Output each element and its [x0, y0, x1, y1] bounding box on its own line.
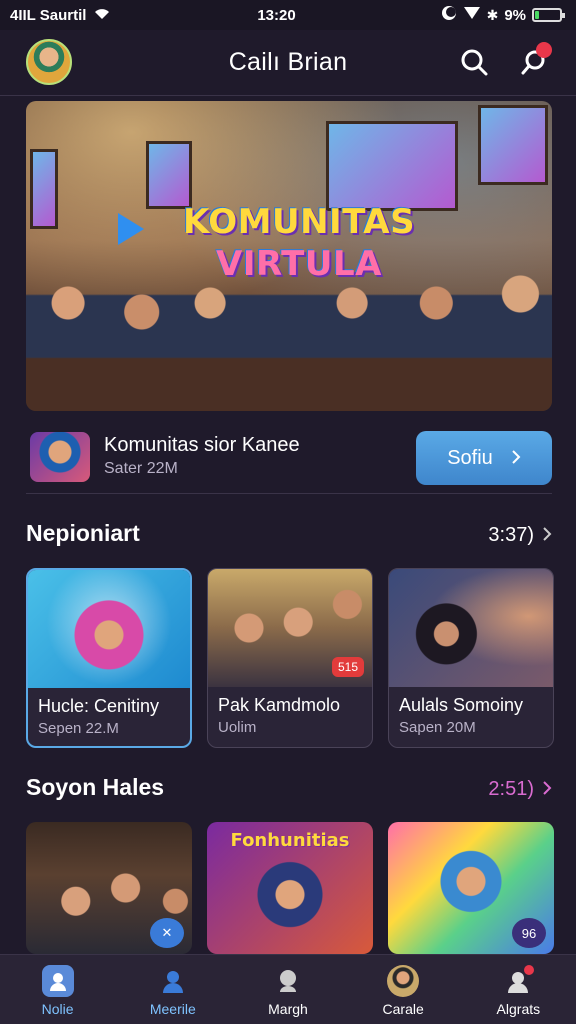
- card-1-image: [28, 570, 190, 688]
- carrier-label: 4IIL Saurtil: [10, 6, 87, 24]
- community-row[interactable]: Komunitas sior Kanee Sater 22M Sofiu: [26, 424, 552, 494]
- clock: 13:20: [257, 6, 296, 24]
- profile-icon: [41, 965, 74, 997]
- hero-title-line1: KOMUNITAS: [182, 202, 416, 242]
- wall-screen: [326, 121, 458, 211]
- nav-label: Meerile: [149, 1001, 196, 1017]
- section-more-2[interactable]: 2:51): [488, 778, 552, 801]
- battery-label: 9%: [504, 6, 526, 24]
- section-more-2-label: 2:51): [488, 778, 534, 800]
- app-header: Cailı Brian: [0, 30, 576, 96]
- bottom-nav: Nolie Meerile Margh Carale Algrats: [0, 954, 576, 1024]
- community-thumbnail: [30, 432, 90, 482]
- wifi-icon: [92, 6, 112, 24]
- notifications-button[interactable]: [518, 42, 552, 78]
- status-bar: 4IIL Saurtil 13:20 ✱ 9%: [0, 0, 576, 30]
- section-title-1: Nepioniart: [26, 520, 140, 546]
- notifications-icon: [502, 965, 535, 997]
- section-more-1-label: 3:37): [488, 524, 534, 546]
- chevron-right-icon: [542, 778, 552, 801]
- follow-button-label: Sofiu: [447, 446, 493, 469]
- card-2[interactable]: 515 Pak Kamdmolo Uolim: [207, 568, 373, 748]
- arrow-icon: [118, 213, 144, 245]
- card-subtitle: Sapen 20M: [399, 719, 476, 736]
- card-3[interactable]: Aulals Somoiny Sapen 20M: [388, 568, 554, 748]
- hero-title: KOMUNITAS VIRTULA: [164, 201, 434, 285]
- bottom-card-2-title: Fonhunitias: [230, 830, 350, 851]
- nav-item-carale[interactable]: Carale: [353, 965, 453, 1017]
- card-badge: 515: [331, 657, 364, 677]
- notification-badge: [536, 42, 552, 58]
- card-3-image: [389, 569, 553, 687]
- hero-banner[interactable]: KOMUNITAS VIRTULA: [26, 101, 552, 411]
- nav-label: Nolie: [41, 1001, 74, 1017]
- bottom-card-1[interactable]: ✕: [26, 822, 192, 954]
- card-title: Pak Kamdmolo: [218, 695, 341, 715]
- notification-dot: [524, 965, 535, 975]
- nav-label: Carale: [382, 1001, 424, 1017]
- chevron-right-icon: [542, 524, 552, 547]
- battery-fill: [535, 11, 539, 19]
- community-subtitle: Sater 22M: [104, 460, 178, 477]
- card-1[interactable]: Hucle: Cenitiny Sepen 22.M: [26, 568, 192, 748]
- chevron-right-icon: [511, 447, 521, 470]
- dnd-icon: [441, 5, 457, 25]
- wall-frame: [146, 141, 192, 209]
- nav-item-algrats[interactable]: Algrats: [468, 965, 568, 1017]
- bottom-card-2[interactable]: Fonhunitias: [207, 822, 373, 954]
- user-avatar[interactable]: [26, 39, 72, 85]
- wall-screen-right: [478, 105, 548, 185]
- card-title: Aulals Somoiny: [399, 695, 524, 715]
- section-more-1[interactable]: 3:37): [488, 524, 552, 547]
- card-title: Hucle: Cenitiny: [38, 696, 160, 716]
- page-title: Cailı Brian: [228, 48, 348, 76]
- card-badge: 96: [512, 918, 546, 948]
- section-title-2: Soyon Hales: [26, 774, 165, 800]
- chat-icon: [272, 965, 304, 997]
- signal-icon: [463, 6, 481, 24]
- card-subtitle: Uolim: [218, 719, 257, 736]
- search-icon[interactable]: [458, 46, 490, 78]
- bottom-card-3[interactable]: 96: [388, 822, 554, 954]
- wall-poster-left: [30, 149, 58, 229]
- bluetooth-icon: ✱: [486, 6, 499, 23]
- nav-item-margh[interactable]: Margh: [238, 965, 338, 1017]
- status-right: ✱ 9%: [441, 5, 565, 25]
- card-subtitle: Sepen 22.M: [38, 720, 119, 737]
- battery-icon: [532, 8, 565, 22]
- avatar-icon: [387, 965, 420, 997]
- community-name: Komunitas sior Kanee: [104, 434, 300, 456]
- nav-item-meerile[interactable]: Meerile: [123, 965, 223, 1017]
- nav-label: Algrats: [496, 1001, 541, 1017]
- nav-item-nolie[interactable]: Nolie: [8, 965, 108, 1017]
- close-icon[interactable]: ✕: [150, 918, 184, 948]
- nav-label: Margh: [268, 1001, 308, 1017]
- user-icon: [157, 965, 189, 997]
- follow-button[interactable]: Sofiu: [416, 431, 552, 485]
- hero-title-line2: VIRTULA: [216, 244, 382, 284]
- status-left: 4IIL Saurtil: [10, 6, 112, 24]
